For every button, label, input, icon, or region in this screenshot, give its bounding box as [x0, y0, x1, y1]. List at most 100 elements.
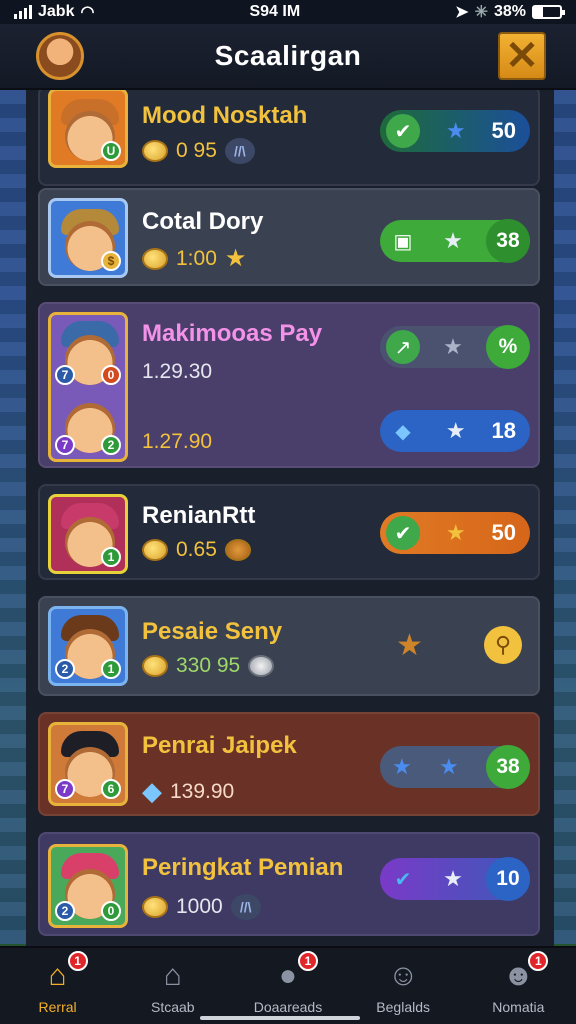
tab-stcaab[interactable]: ⌂ Stcaab: [123, 957, 223, 1015]
star-icon: ★: [439, 754, 459, 779]
tab-label: Beglalds: [376, 999, 430, 1015]
player-card[interactable]: 7 0 7 2 Makimooas Pay 1.29.30 1.27.90 ↗ …: [38, 302, 540, 468]
notification-badge: 1: [297, 951, 318, 971]
star-icon: ★: [396, 629, 423, 662]
battery-percent: 38%: [493, 3, 526, 20]
green-check-icon: ✔: [386, 114, 420, 148]
player-value: 330 95: [142, 654, 275, 678]
wifi-icon: ◠: [80, 4, 95, 21]
notification-badge: 1: [528, 951, 549, 971]
tab-label: Doaareads: [253, 999, 323, 1015]
stat-pill[interactable]: ▣ ★ 38: [380, 219, 530, 263]
tab-beglalds[interactable]: ☺ Beglalds: [353, 957, 453, 1015]
coin-icon: [142, 539, 168, 561]
player-value: 0 95 //\: [142, 138, 255, 164]
player-avatar: 1: [48, 494, 128, 574]
player-value: 0.65: [142, 538, 251, 562]
player-name: Mood Nosktah: [142, 102, 308, 129]
blue-check-icon: ✔: [394, 868, 412, 891]
silver-coin-icon: [248, 655, 275, 677]
coin-icon: [142, 247, 168, 270]
player-avatar: 2 0: [48, 844, 128, 928]
player-card[interactable]: 7 6 Penrai Jaipek ◆ 139.90 ★ ★ 38: [38, 712, 540, 816]
player-avatar: 7 6: [48, 722, 128, 806]
carrier-label: Jabk: [38, 3, 75, 20]
star-icon: ★: [443, 334, 463, 359]
player-name: Pesaie Seny: [142, 618, 283, 645]
page-title: Scaalirgan: [214, 40, 362, 71]
player-card[interactable]: $ Cotal Dory 1:00 ★ ▣ ★ 38: [38, 188, 540, 286]
coin-icon: [142, 896, 168, 918]
tab-nomatia[interactable]: ☻ 1 Nomatia: [468, 951, 568, 1015]
star-icon: ★: [392, 754, 412, 779]
player-avatar: 7 0 7 2: [48, 312, 128, 462]
tab-rerral[interactable]: ⌂ 1 Rerral: [8, 951, 108, 1015]
coin-icon: [142, 655, 168, 677]
stat-pill[interactable]: ★ ★ 38: [380, 745, 530, 789]
pill-value: 38: [485, 219, 530, 263]
tag-badge: //\: [224, 138, 255, 164]
player-card[interactable]: U Mood Nosktah 0 95 //\ ✔ ★ 50: [38, 90, 540, 186]
player-value: ◆ 139.90: [142, 776, 235, 806]
pill-value: 38: [486, 745, 530, 789]
diamond-icon: ◆: [395, 420, 411, 443]
player-list[interactable]: U Mood Nosktah 0 95 //\ ✔ ★ 50 $ Cotal D…: [26, 90, 554, 946]
tab-label: Stcaab: [150, 999, 195, 1015]
player-value: 1000 //\: [142, 894, 261, 920]
player-card[interactable]: 2 0 Peringkat Pemian 1000 //\ ✔ ★ 10: [38, 832, 540, 936]
stat-pill[interactable]: ✔ ★ 50: [380, 110, 530, 152]
player-card[interactable]: 1 RenianRtt 0.65 ✔ ★ 50: [38, 484, 540, 580]
player-avatar: U: [48, 90, 128, 168]
stat-pill-secondary[interactable]: ◆ ★ 18: [380, 410, 530, 452]
stat-pill[interactable]: ✔ ★ 10: [380, 857, 530, 901]
coin-icon: [142, 140, 168, 162]
tab-doaareads[interactable]: ● 1 Doaareads: [238, 951, 338, 1015]
green-arrow-icon: ↗: [386, 330, 420, 364]
player-value: 1:00 ★: [142, 244, 246, 273]
player-name: Cotal Dory: [142, 208, 264, 235]
green-check-icon: ✔: [386, 516, 420, 550]
tag-badge: //\: [230, 894, 261, 920]
tab-label: Nomatia: [492, 999, 545, 1015]
notification-badge: 1: [67, 951, 88, 971]
pill-value: %: [485, 325, 530, 369]
player-avatar: 2 1: [48, 606, 128, 686]
box-icon: ▣: [393, 230, 413, 253]
tab-label: Rerral: [38, 999, 77, 1015]
bluetooth-icon: ✳: [474, 4, 488, 21]
star-icon: ★: [224, 245, 247, 272]
star-icon: ★: [445, 520, 466, 545]
bottom-tab-bar: ⌂ 1 Rerral ⌂ Stcaab ● 1 Doaareads ☺ Begl…: [0, 946, 576, 1024]
battery-icon: [532, 5, 565, 19]
pill-value: 50: [491, 520, 516, 545]
status-time: S94 IM: [249, 3, 301, 20]
status-bar: Jabk ◠ S94 IM ➤ ✳ 38%: [0, 0, 576, 24]
pill-value: 50: [491, 118, 516, 143]
player-value-secondary: 1.27.90: [142, 430, 213, 453]
player-avatar: $: [48, 198, 128, 278]
home-indicator[interactable]: [200, 1016, 360, 1020]
pill-value: 18: [491, 418, 516, 443]
app-header: Scaalirgan ✕: [0, 24, 576, 90]
pill-value: 10: [485, 857, 530, 901]
star-icon: ★: [443, 228, 463, 253]
player-name: Makimooas Pay: [142, 320, 323, 347]
player-avatar-icon[interactable]: [36, 32, 84, 80]
stat-pill[interactable]: ✔ ★ 50: [380, 512, 530, 554]
close-button[interactable]: ✕: [498, 32, 546, 80]
coin-stack-icon: [224, 539, 251, 561]
player-name: Penrai Jaipek: [142, 732, 297, 759]
shop-icon: ⌂: [163, 959, 182, 992]
search-icon: ⚲: [494, 632, 512, 657]
star-icon: ★: [443, 866, 463, 891]
player-card[interactable]: 2 1 Pesaie Seny 330 95 ★ ⚲: [38, 596, 540, 696]
signal-icon: [14, 5, 32, 19]
search-button[interactable]: ⚲: [484, 626, 522, 664]
close-x-icon: ✕: [505, 34, 539, 78]
location-icon: ➤: [455, 4, 469, 21]
diamond-icon: ◆: [142, 776, 162, 806]
star-icon: ★: [445, 418, 466, 443]
player-name: Peringkat Pemian: [142, 854, 344, 881]
star-icon: ★: [445, 118, 466, 143]
stat-pill[interactable]: ↗ ★ %: [380, 325, 530, 369]
